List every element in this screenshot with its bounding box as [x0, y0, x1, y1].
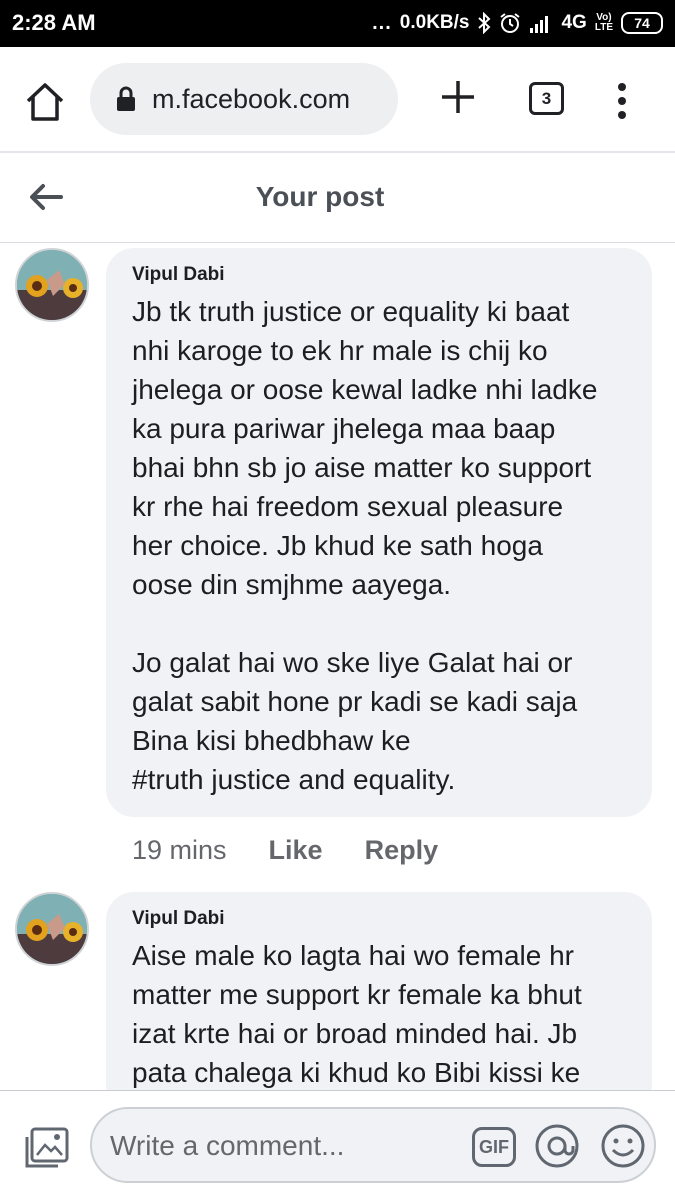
signal-icon [530, 16, 549, 33]
avatar-image [17, 894, 87, 964]
browser-toolbar: m.facebook.com 3 [0, 47, 675, 153]
photo-icon[interactable] [24, 1127, 70, 1169]
gif-icon[interactable]: GIF [472, 1127, 516, 1167]
page-header: Your post [0, 153, 675, 243]
comment-input-box[interactable]: GIF [90, 1107, 656, 1183]
tab-switcher-button[interactable]: 3 [529, 82, 564, 115]
url-text: m.facebook.com [152, 83, 351, 114]
status-time: 2:28 AM [12, 10, 96, 35]
comment-author[interactable]: Vipul Dabi [132, 264, 630, 286]
comment-text: Aise male ko lagta hai wo female hr matt… [132, 940, 582, 1088]
more-vert-icon[interactable] [616, 81, 628, 121]
status-icons: ... 0.0KB/s 4G Vo) LTE 74 [372, 10, 663, 36]
network-type: 4G [561, 12, 587, 33]
lock-icon [117, 86, 135, 111]
sticker-icon[interactable] [534, 1123, 580, 1169]
comment-text: Jb tk truth justice or equality ki baat … [132, 296, 598, 795]
home-icon[interactable] [22, 79, 68, 125]
avatar-image [17, 250, 87, 320]
page-title: Your post [255, 181, 385, 212]
comment-author[interactable]: Vipul Dabi [132, 908, 630, 930]
emoji-icon[interactable] [600, 1123, 646, 1169]
gif-label: GIF [479, 1136, 509, 1157]
comment-timestamp[interactable]: 19 mins [132, 835, 227, 866]
reply-button[interactable]: Reply [365, 835, 439, 866]
comment-actions: 19 mins Like Reply [132, 835, 438, 866]
url-bar[interactable]: m.facebook.com [90, 63, 398, 135]
comment-bubble: Vipul Dabi Aise male ko lagta hai wo fem… [106, 892, 652, 1112]
avatar[interactable] [15, 248, 89, 322]
plus-icon[interactable] [438, 77, 478, 117]
notification-dots: ... [372, 11, 392, 34]
tab-count: 3 [541, 88, 552, 108]
network-speed: 0.0KB/s [399, 12, 470, 33]
avatar[interactable] [15, 892, 89, 966]
volte-line2: LTE [594, 22, 613, 33]
volte-icon: Vo) LTE [595, 13, 613, 33]
alarm-icon [500, 13, 521, 33]
comment-input[interactable] [110, 1127, 450, 1165]
battery-level: 74 [634, 15, 650, 31]
bluetooth-icon [478, 12, 491, 34]
status-bar: 2:28 AM ... 0.0KB/s 4G Vo) LTE 74 [0, 0, 675, 47]
comment-bubble: Vipul Dabi Jb tk truth justice or equali… [106, 248, 652, 817]
like-button[interactable]: Like [269, 835, 323, 866]
battery-icon: 74 [621, 12, 663, 34]
comment-composer: GIF [0, 1090, 675, 1200]
